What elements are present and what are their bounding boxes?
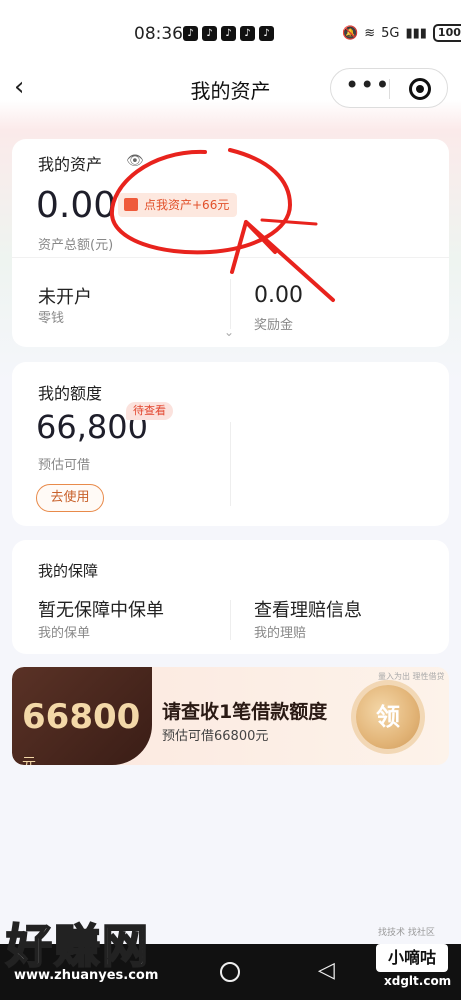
divider — [12, 257, 449, 258]
quota-title: 我的额度 — [38, 384, 103, 403]
brand-url-watermark: xdglt.com — [384, 974, 452, 988]
status-right: 🔕 ≋ 5G ▮▮▮ 100 — [342, 24, 461, 42]
more-button[interactable]: ••• — [345, 71, 390, 99]
nav-bar: ‹ 我的资产 ••• — [0, 60, 461, 116]
promo-tag[interactable]: 点我资产+66元 — [118, 193, 238, 217]
faint-watermark: 找技术 找社区 — [378, 928, 435, 938]
status-badge: 待查看 — [126, 402, 173, 420]
site-watermark: 好赚网 — [5, 918, 150, 974]
tiktok-icon: ♪ — [183, 26, 198, 41]
policy-label: 我的保单 — [38, 626, 91, 641]
assets-amount: 0.00 — [36, 185, 117, 226]
mute-icon: 🔕 — [342, 25, 359, 41]
quota-card: 我的额度 66,800 待查看 预估可借 去使用 — [12, 362, 449, 526]
battery-indicator: 100 — [432, 24, 461, 42]
banner-disclaimer: 量入为出 理性借贷 — [378, 672, 445, 681]
divider — [230, 600, 231, 640]
capsule-divider — [389, 79, 390, 99]
wifi-icon: ≋ — [364, 25, 376, 41]
claim-seal-button[interactable]: 领 — [356, 685, 420, 749]
assets-title: 我的资产 — [38, 155, 103, 174]
brand-watermark: 小嘀咕 — [376, 944, 448, 972]
banner-amount-value: 66800 — [22, 697, 141, 737]
use-button[interactable]: 去使用 — [36, 484, 104, 512]
signal-icon: ▮▮▮ — [405, 25, 427, 41]
close-target-button[interactable] — [409, 78, 431, 100]
claims-label: 我的理赔 — [254, 626, 307, 641]
banner-amount: 66800 元 — [22, 697, 152, 765]
bonus-value[interactable]: 0.00 — [254, 283, 303, 308]
change-status[interactable]: 未开户 — [38, 283, 92, 309]
insurance-title: 我的保障 — [38, 562, 99, 580]
tiktok-icon: ♪ — [221, 26, 236, 41]
home-icon[interactable] — [220, 962, 240, 982]
notification-icons: ♪ ♪ ♪ ♪ ♪ — [183, 26, 274, 41]
promo-text: 点我资产+66元 — [144, 198, 230, 212]
banner-amount-unit: 元 — [22, 756, 36, 765]
eye-icon[interactable]: 👁 — [126, 153, 144, 169]
bonus-label: 奖励金 — [254, 318, 294, 333]
tiktok-icon: ♪ — [202, 26, 217, 41]
divider — [230, 422, 231, 506]
assets-card: 我的资产 👁 0.00 点我资产+66元 资产总额(元) 未开户 零钱 0.00… — [12, 139, 449, 347]
signal-label: 5G — [381, 25, 400, 41]
insurance-card: 我的保障 暂无保障中保单 我的保单 查看理赔信息 我的理赔 — [12, 540, 449, 654]
banner-headline: 请查收1笔借款额度 — [162, 701, 328, 723]
site-url-watermark: www.zhuanyes.com — [14, 968, 159, 983]
loan-banner[interactable]: 66800 元 请查收1笔借款额度 预估可借66800元 量入为出 理性借贷 领 — [12, 667, 449, 765]
chevron-down-icon[interactable]: ⌄ — [224, 325, 234, 339]
tiktok-icon: ♪ — [240, 26, 255, 41]
gift-icon — [124, 198, 138, 211]
tiktok-icon: ♪ — [259, 26, 274, 41]
status-time: 08:36 — [134, 24, 183, 44]
claims-link[interactable]: 查看理赔信息 — [254, 596, 362, 622]
policy-status[interactable]: 暂无保障中保单 — [38, 596, 164, 622]
banner-amount-block: 66800 元 — [12, 667, 152, 765]
divider — [230, 279, 231, 329]
quota-label: 预估可借 — [38, 458, 91, 473]
banner-subline: 预估可借66800元 — [162, 729, 269, 744]
back-triangle-icon[interactable]: ◁ — [318, 958, 335, 983]
status-bar: 08:36 ♪ ♪ ♪ ♪ ♪ 🔕 ≋ 5G ▮▮▮ 100 — [0, 18, 461, 50]
change-label: 零钱 — [38, 311, 65, 326]
assets-total-label: 资产总额(元) — [38, 238, 114, 253]
mini-program-capsule: ••• — [330, 68, 448, 108]
